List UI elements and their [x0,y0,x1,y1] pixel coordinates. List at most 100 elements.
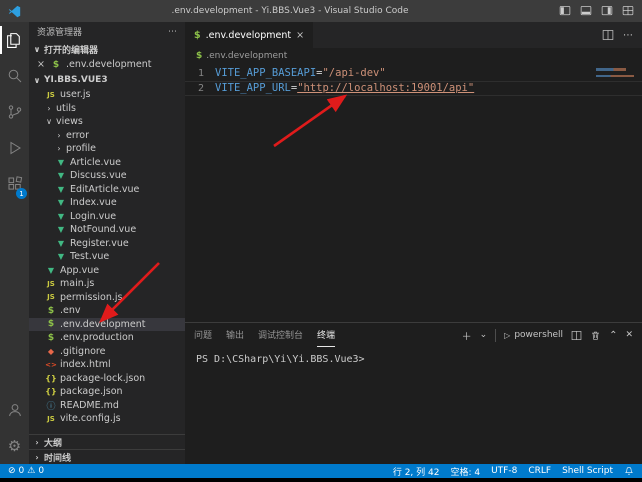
project-root-header[interactable]: ∨ YI.BBS.VUE3 [29,72,185,88]
panel-tab[interactable]: 终端 [317,323,335,347]
tree-item[interactable]: ▼ Index.vue [29,196,185,210]
settings-gear-icon[interactable]: ⚙ [0,428,29,464]
code-line[interactable]: 2 VITE_APP_URL = "http://localhost:19001… [185,81,642,96]
maximize-panel-icon[interactable]: ⌃ [609,330,617,341]
indentation-setting[interactable]: 空格: 4 [450,465,480,478]
explorer-icon[interactable] [0,22,29,58]
tree-item[interactable]: › utils [29,102,185,116]
open-editor-label: .env.development [66,59,151,70]
shell-file-icon: $ [50,60,62,70]
run-debug-icon[interactable] [0,130,29,166]
tree-item[interactable]: <> index.html [29,358,185,372]
open-editors-header[interactable]: ∨ 打开的编辑器 [29,41,185,57]
tree-item[interactable]: $ .env.development [29,318,185,332]
panel-tab[interactable]: 输出 [226,323,244,347]
tree-item[interactable]: ▼ Discuss.vue [29,169,185,183]
tree-item[interactable]: JS user.js [29,88,185,102]
problems-status[interactable]: ⊘ 0 ⚠ 0 [8,466,44,476]
minimap[interactable] [596,68,638,77]
tree-item[interactable]: › profile [29,142,185,156]
code-line[interactable]: 1 VITE_APP_BASEAPI = "/api-dev" [185,66,642,81]
cursor-position[interactable]: 行 2, 列 42 [393,465,440,478]
toggle-secondary-sidebar-icon[interactable] [601,5,613,17]
file-type-icon: ▼ [45,266,57,275]
terminal-icon: ▷ [504,331,510,340]
tree-item[interactable]: › error [29,129,185,143]
file-type-icon: $ [45,333,57,343]
tree-item[interactable]: ▼ EditArticle.vue [29,183,185,197]
line-number: 1 [185,66,215,81]
error-icon: ⊘ [8,466,16,476]
tree-item[interactable]: {} package.json [29,385,185,399]
chevron-right-icon: › [33,438,41,447]
panel-tab[interactable]: 问题 [194,323,212,347]
close-panel-icon[interactable]: ✕ [625,330,633,340]
env-variable-value: "/api-dev" [322,66,385,81]
file-label: .env [60,305,81,316]
eol-setting[interactable]: CRLF [528,466,551,476]
status-bar: ⊘ 0 ⚠ 0 行 2, 列 42 空格: 4 UTF-8 CRLF Shell… [0,464,642,478]
env-variable-value: "http://localhost:19001/api" [297,81,474,96]
shell-selector[interactable]: ▷ powershell [504,330,563,340]
more-actions-icon[interactable]: ⋯ [623,30,633,41]
file-label: Article.vue [70,157,121,168]
split-terminal-icon[interactable] [571,330,582,341]
extensions-icon[interactable]: 1 [0,166,29,202]
tree-item[interactable]: ▼ Test.vue [29,250,185,264]
code-editor[interactable]: 1 VITE_APP_BASEAPI = "/api-dev" 2 VITE_A… [185,64,642,322]
timeline-section-header[interactable]: › 时间线 [29,449,185,464]
encoding-setting[interactable]: UTF-8 [491,466,517,476]
open-editor-item[interactable]: × $ .env.development [29,57,185,72]
trash-icon[interactable] [590,330,601,341]
toggle-sidebar-icon[interactable] [559,5,571,17]
search-icon[interactable] [0,58,29,94]
warning-icon: ⚠ [27,466,35,476]
source-control-icon[interactable] [0,94,29,130]
file-label: package.json [60,386,123,397]
chevron-down-icon[interactable]: ⌄ [480,330,488,340]
tree-item[interactable]: $ .env [29,304,185,318]
chevron-down-icon: ∨ [33,45,41,54]
tree-item[interactable]: {} package-lock.json [29,372,185,386]
toggle-panel-icon[interactable] [580,5,592,17]
activity-bar: 1 ⚙ [0,22,29,464]
env-variable-name: VITE_APP_URL [215,81,291,96]
file-type-icon: ▼ [55,212,67,221]
notifications-bell-icon[interactable] [624,466,634,476]
close-icon[interactable]: × [36,59,46,70]
tree-item[interactable]: JS permission.js [29,291,185,305]
editor-tab[interactable]: $ .env.development × [185,22,313,48]
bottom-panel: 问题 输出 调试控制台 终端 [185,322,642,464]
account-icon[interactable] [0,392,29,428]
new-terminal-icon[interactable]: ＋ [462,328,472,343]
chevron-right-icon: › [33,453,41,462]
tree-item[interactable]: $ .env.production [29,331,185,345]
file-type-icon: ▼ [55,225,67,234]
tree-item[interactable]: ▼ NotFound.vue [29,223,185,237]
language-mode[interactable]: Shell Script [562,466,613,476]
file-label: vite.config.js [60,413,121,424]
editor-region: $ .env.development × ⋯ $ .env.developmen… [185,22,642,464]
tree-item[interactable]: ⓘ README.md [29,399,185,413]
tree-item[interactable]: ▼ App.vue [29,264,185,278]
breadcrumb[interactable]: $ .env.development [185,48,642,64]
tree-item[interactable]: ▼ Article.vue [29,156,185,170]
file-tree: JS user.js › utils ∨ views [29,88,185,426]
tree-item[interactable]: ▼ Login.vue [29,210,185,224]
tree-item[interactable]: ◆ .gitignore [29,345,185,359]
tree-item[interactable]: JS main.js [29,277,185,291]
outline-section-header[interactable]: › 大纲 [29,434,185,449]
folder-chevron-icon: › [45,104,53,113]
close-icon[interactable]: × [296,30,304,41]
panel-tab[interactable]: 调试控制台 [258,323,303,347]
folder-chevron-icon: ∨ [45,117,53,126]
sidebar-more-icon[interactable]: ⋯ [168,27,177,37]
file-type-icon: JS [45,293,57,301]
customize-layout-icon[interactable] [622,5,634,17]
terminal-output[interactable]: PS D:\CSharp\Yi\Yi.BBS.Vue3> [185,347,642,372]
tree-item[interactable]: ▼ Register.vue [29,237,185,251]
split-editor-icon[interactable] [602,29,614,41]
file-type-icon: $ [45,306,57,316]
tree-item[interactable]: ∨ views [29,115,185,129]
tree-item[interactable]: JS vite.config.js [29,412,185,426]
